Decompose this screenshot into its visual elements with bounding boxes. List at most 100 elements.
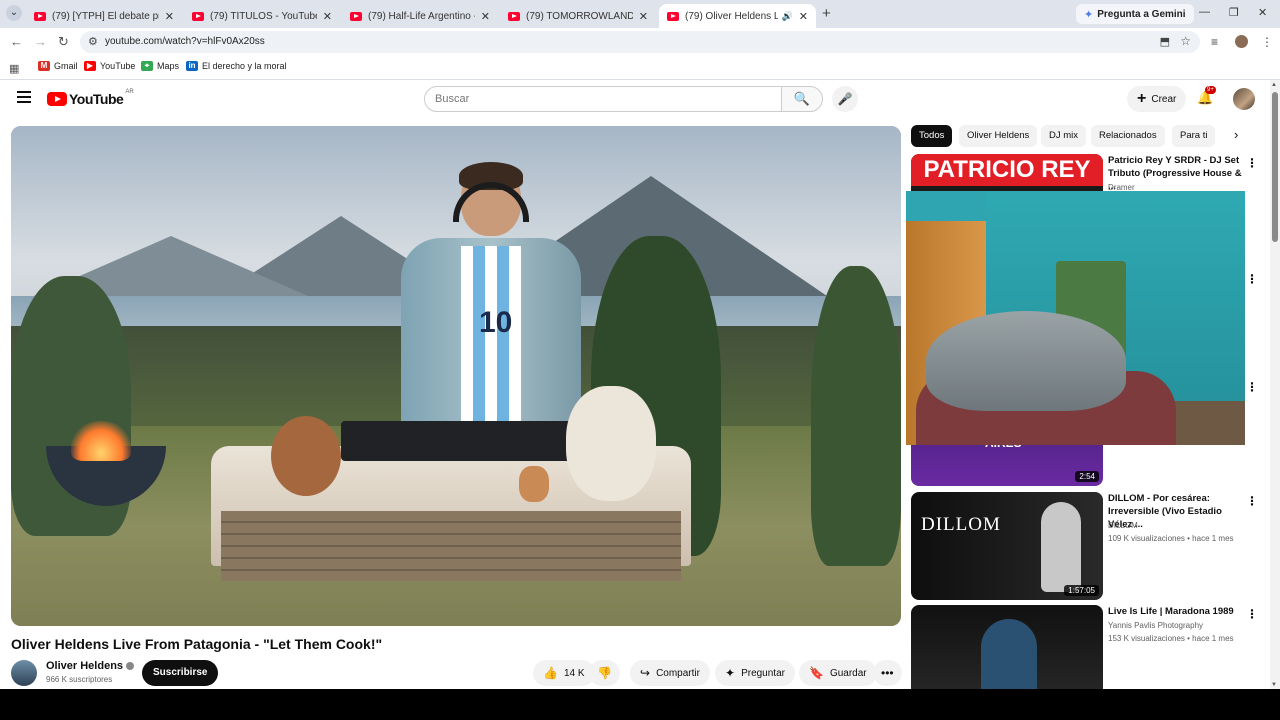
video-thumbnail[interactable]: DILLOM 1:57:05: [911, 492, 1103, 600]
scroll-down-icon[interactable]: ▼: [1271, 682, 1277, 688]
bookmarks-bar: ▦ M Gmail ▶ YouTube ⌖ Maps in El derecho…: [0, 56, 1280, 80]
related-video[interactable]: DILLOM 1:57:05 DILLOM - Por cesárea: Irr…: [911, 492, 1261, 600]
address-bar[interactable]: ⚙ youtube.com/watch?v=hlFv0Ax20ss ⬒ ☆: [80, 31, 1200, 53]
tab-4-active[interactable]: (79) Oliver Heldens Live Fro 🔊 ✕: [659, 4, 816, 28]
chip-dj-mix[interactable]: DJ mix: [1041, 125, 1087, 147]
browser-toolbar: ← → ↻ ⚙ youtube.com/watch?v=hlFv0Ax20ss …: [0, 28, 1280, 56]
capybara-plush: [271, 416, 341, 496]
search-input[interactable]: Buscar: [424, 86, 782, 112]
share-button[interactable]: ↪ Compartir: [630, 660, 710, 686]
chip-para-ti[interactable]: Para ti: [1172, 125, 1216, 147]
thumbnail-text: DILLOM: [921, 514, 1001, 535]
related-title[interactable]: Live Is Life | Maradona 1989: [1108, 605, 1243, 618]
close-icon[interactable]: ✕: [323, 10, 332, 23]
account-avatar[interactable]: [1233, 88, 1255, 110]
bookmark-maps[interactable]: ⌖ Maps: [141, 61, 179, 71]
profile-avatar-icon[interactable]: [1235, 35, 1248, 48]
close-icon[interactable]: ✕: [799, 10, 808, 23]
verified-icon: [126, 662, 135, 671]
more-vertical-icon[interactable]: ⋮: [1246, 380, 1258, 394]
forward-icon[interactable]: →: [34, 34, 47, 49]
gmail-icon: M: [38, 61, 50, 71]
youtube-favicon-icon: [34, 11, 46, 21]
sparkle-icon: ✦: [725, 666, 736, 680]
related-meta: 109 K visualizaciones • hace 1 mes: [1108, 534, 1234, 543]
hamburger-menu-icon[interactable]: [17, 91, 31, 103]
scrollbar-thumb[interactable]: [1272, 92, 1278, 242]
like-count: 14 K: [563, 667, 585, 679]
kebab-menu-icon[interactable]: ⋮: [1261, 35, 1273, 49]
share-label: Compartir: [656, 667, 700, 679]
reload-icon[interactable]: ↻: [58, 34, 69, 50]
new-tab-button[interactable]: +: [822, 5, 831, 22]
duration-badge: 2:54: [1075, 471, 1099, 482]
back-icon[interactable]: ←: [10, 34, 23, 49]
create-button[interactable]: + Crear: [1127, 86, 1187, 112]
url-text[interactable]: youtube.com/watch?v=hlFv0Ax20ss: [105, 36, 265, 47]
apps-grid-icon[interactable]: ▦: [9, 62, 19, 75]
youtube-favicon-icon: [192, 11, 204, 21]
close-icon[interactable]: ✕: [639, 10, 648, 23]
tab-2[interactable]: (79) Half-Life Argentino - Episo ✕: [342, 4, 498, 28]
tab-title: (79) Half-Life Argentino - Episo: [368, 10, 475, 22]
tree: [811, 266, 901, 566]
more-vertical-icon[interactable]: ⋮: [1246, 156, 1258, 170]
window-close-icon[interactable]: ✕: [1258, 6, 1267, 19]
tab-0[interactable]: (79) [YTPH] El debate presidenc ✕: [26, 4, 182, 28]
chevron-right-icon[interactable]: ›: [1234, 127, 1238, 142]
tab-search-icon[interactable]: ⌄: [6, 5, 22, 21]
dislike-button[interactable]: 👎: [589, 660, 620, 686]
channel-name[interactable]: Oliver Heldens: [46, 660, 135, 672]
subscribe-button[interactable]: Suscribirse: [142, 660, 219, 686]
page-scrollbar[interactable]: ▲ ▼: [1270, 80, 1280, 689]
filter-chips: Todos Oliver Heldens DJ mix Relacionados…: [911, 125, 1261, 147]
bookmark-star-icon[interactable]: ☆: [1180, 34, 1191, 48]
search-button[interactable]: 🔍: [781, 86, 823, 112]
bookmark-el-derecho[interactable]: in El derecho y la moral: [186, 61, 287, 71]
site-info-icon[interactable]: ⚙: [88, 35, 98, 48]
youtube-logo[interactable]: YouTube AR: [47, 89, 134, 107]
minimize-icon[interactable]: —: [1199, 6, 1210, 18]
linkedin-icon: in: [186, 61, 198, 71]
video-thumbnail[interactable]: [911, 605, 1103, 689]
tab-3[interactable]: (79) TOMORROWLAND 2015 | S ✕: [500, 4, 656, 28]
related-channel[interactable]: Yannis Pavlis Photography: [1108, 621, 1203, 630]
media-controls-icon[interactable]: ≡: [1211, 35, 1218, 49]
maximize-icon[interactable]: ❐: [1229, 6, 1239, 19]
chip-oliver-heldens[interactable]: Oliver Heldens: [959, 125, 1038, 147]
chip-relacionados[interactable]: Relacionados: [1091, 125, 1165, 147]
bookmark-gmail[interactable]: M Gmail: [38, 61, 78, 71]
more-vertical-icon[interactable]: ⋮: [1246, 607, 1258, 621]
pip-video-overlay[interactable]: [906, 191, 1245, 445]
chip-todos[interactable]: Todos: [911, 125, 953, 147]
close-icon[interactable]: ✕: [481, 10, 490, 23]
video-player[interactable]: 10: [11, 126, 901, 626]
youtube-page: YouTube AR Buscar 🔍 🎤 + Crear 🔔 9+ 10 Ol…: [0, 80, 1280, 689]
install-app-icon[interactable]: ⬒: [1160, 35, 1170, 48]
youtube-play-icon: [47, 92, 67, 106]
voice-search-button[interactable]: 🎤: [832, 86, 858, 112]
bookmark-label: Gmail: [54, 61, 78, 71]
ask-button[interactable]: ✦ Preguntar: [715, 660, 795, 686]
related-channel[interactable]: DILLOM: [1108, 521, 1138, 530]
video-title: Oliver Heldens Live From Patagonia - "Le…: [11, 636, 383, 652]
ask-label: Preguntar: [741, 667, 785, 679]
more-actions-button[interactable]: •••: [873, 660, 902, 686]
more-vertical-icon[interactable]: ⋮: [1246, 494, 1258, 508]
bookmark-icon: 🔖: [809, 666, 824, 680]
gemini-button[interactable]: ✦ Pregunta a Gemini: [1076, 4, 1194, 24]
close-icon[interactable]: ✕: [165, 10, 174, 23]
bookmark-youtube[interactable]: ▶ YouTube: [84, 61, 135, 71]
tab-1[interactable]: (79) TÍTULOS - YouTube ✕: [184, 4, 340, 28]
save-button[interactable]: 🔖 Guardar: [799, 660, 877, 686]
speaker-icon[interactable]: 🔊: [782, 11, 793, 22]
scroll-up-icon[interactable]: ▲: [1271, 82, 1277, 88]
notifications-button[interactable]: 🔔 9+: [1197, 86, 1216, 106]
more-vertical-icon[interactable]: ⋮: [1246, 272, 1258, 286]
like-button[interactable]: 👍 14 K: [533, 660, 595, 686]
bookmark-label: Maps: [157, 61, 180, 71]
related-video[interactable]: Live Is Life | Maradona 1989 Yannis Pavl…: [911, 605, 1261, 689]
person-cap: [926, 311, 1126, 411]
channel-avatar[interactable]: [11, 660, 37, 686]
country-code: AR: [125, 89, 134, 95]
